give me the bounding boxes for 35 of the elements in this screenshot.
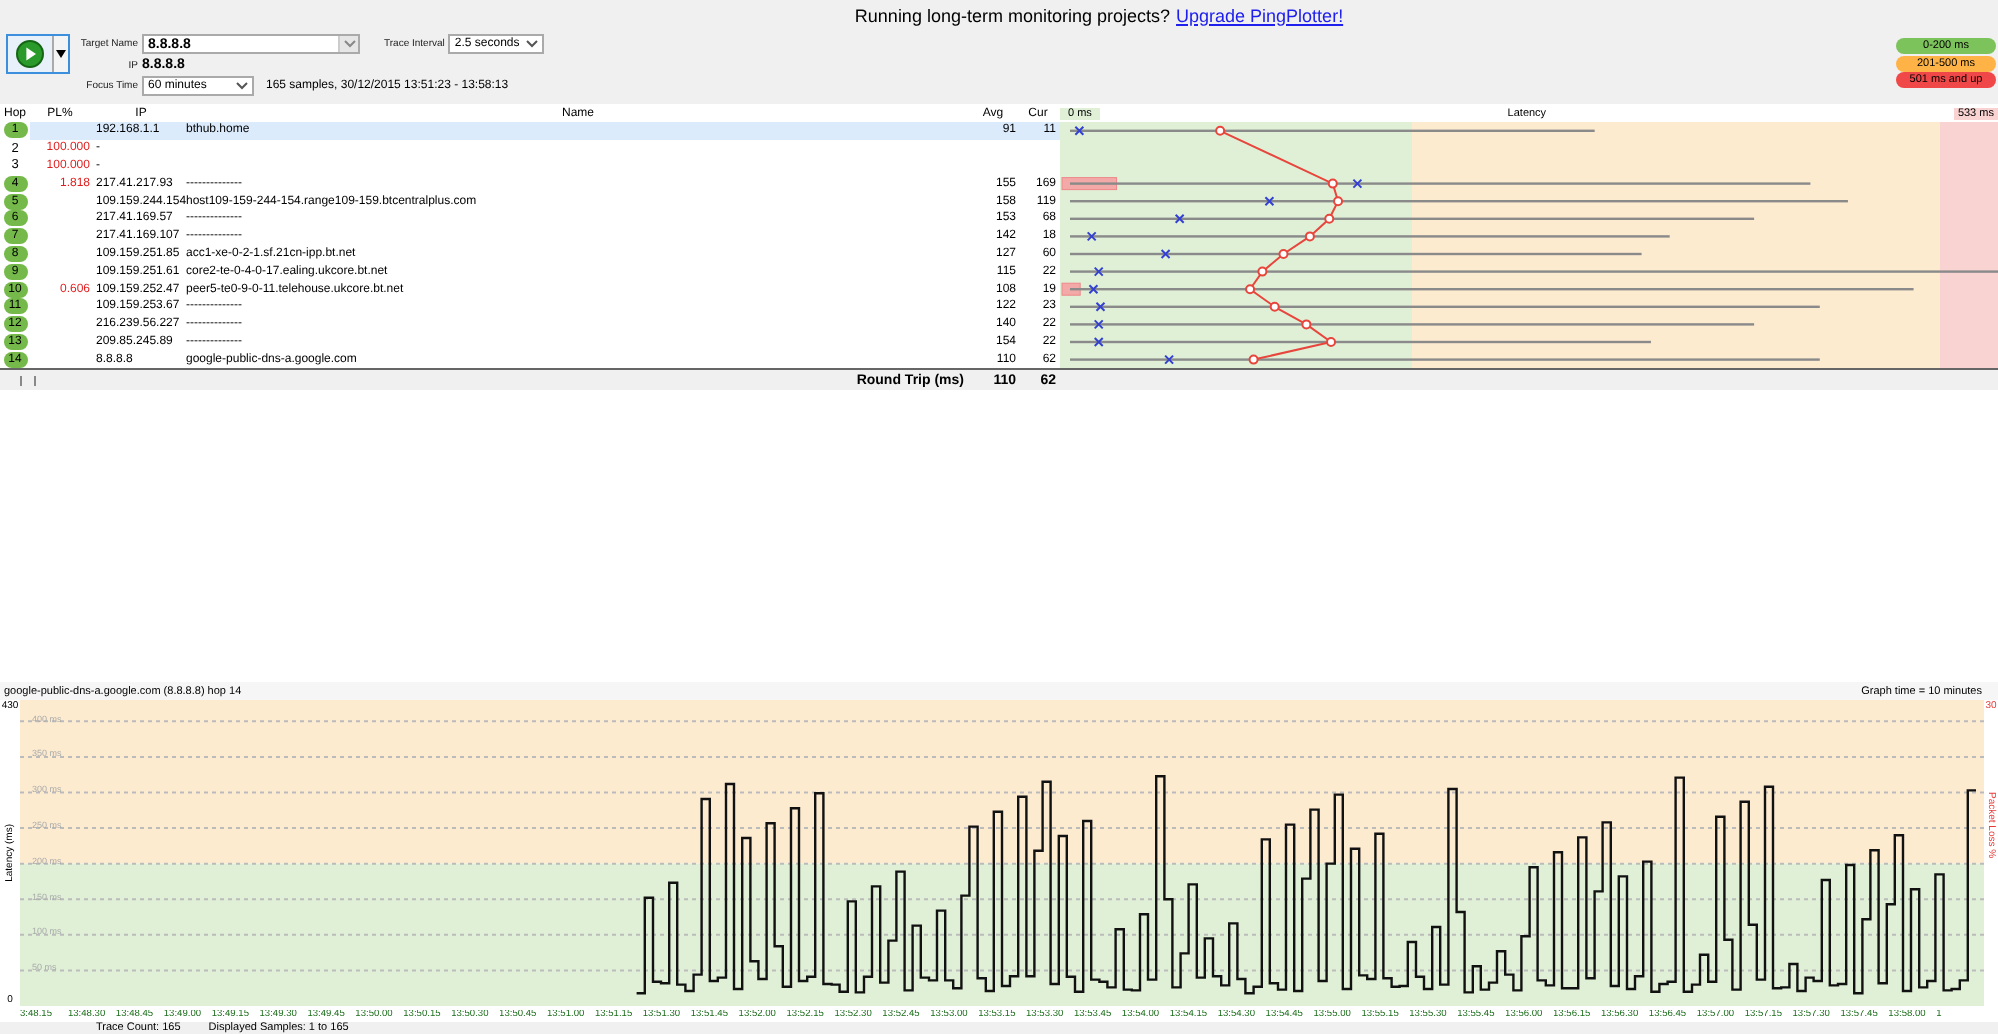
current-latency-marker-icon — [1174, 213, 1185, 224]
current-latency-marker-icon — [1093, 266, 1104, 277]
current-latency-marker-icon — [1093, 337, 1104, 347]
average-latency-point — [1333, 196, 1344, 207]
chevron-icon — [526, 40, 539, 48]
average-latency-point — [1215, 125, 1226, 136]
average-latency-point — [1301, 319, 1312, 330]
average-latency-point — [1248, 354, 1259, 365]
chevron-icon — [343, 40, 355, 48]
average-latency-point — [1327, 178, 1338, 189]
current-latency-marker-icon — [1095, 301, 1106, 312]
average-latency-point — [1257, 266, 1268, 277]
current-latency-marker-icon — [1088, 284, 1099, 295]
current-latency-marker-icon — [1264, 196, 1275, 207]
average-latency-point — [1326, 337, 1336, 347]
average-latency-point — [1245, 284, 1256, 295]
average-latency-point — [1304, 231, 1315, 242]
current-latency-marker-icon — [1086, 231, 1097, 242]
dropdown-button[interactable] — [52, 36, 68, 72]
average-latency-point — [1278, 249, 1289, 259]
chevron-icon — [236, 82, 248, 90]
upgrade-link[interactable]: Upgrade PingPlotter! — [1176, 5, 1344, 25]
caret-icon — [56, 50, 66, 58]
current-latency-marker-icon — [1352, 178, 1363, 189]
current-latency-marker-icon — [1164, 354, 1175, 365]
packet-loss-bar — [1061, 282, 1081, 296]
play-icon — [16, 40, 44, 68]
current-latency-marker-icon — [1093, 319, 1104, 330]
play-button[interactable] — [8, 36, 52, 72]
current-latency-marker-icon — [1074, 125, 1085, 136]
promo-text: Running long-term monitoring projects? — [854, 5, 1171, 25]
resize-grip-icon[interactable] — [20, 375, 36, 386]
current-latency-marker-icon — [1160, 249, 1171, 259]
average-latency-point — [1269, 301, 1280, 312]
average-latency-point — [1324, 213, 1335, 224]
